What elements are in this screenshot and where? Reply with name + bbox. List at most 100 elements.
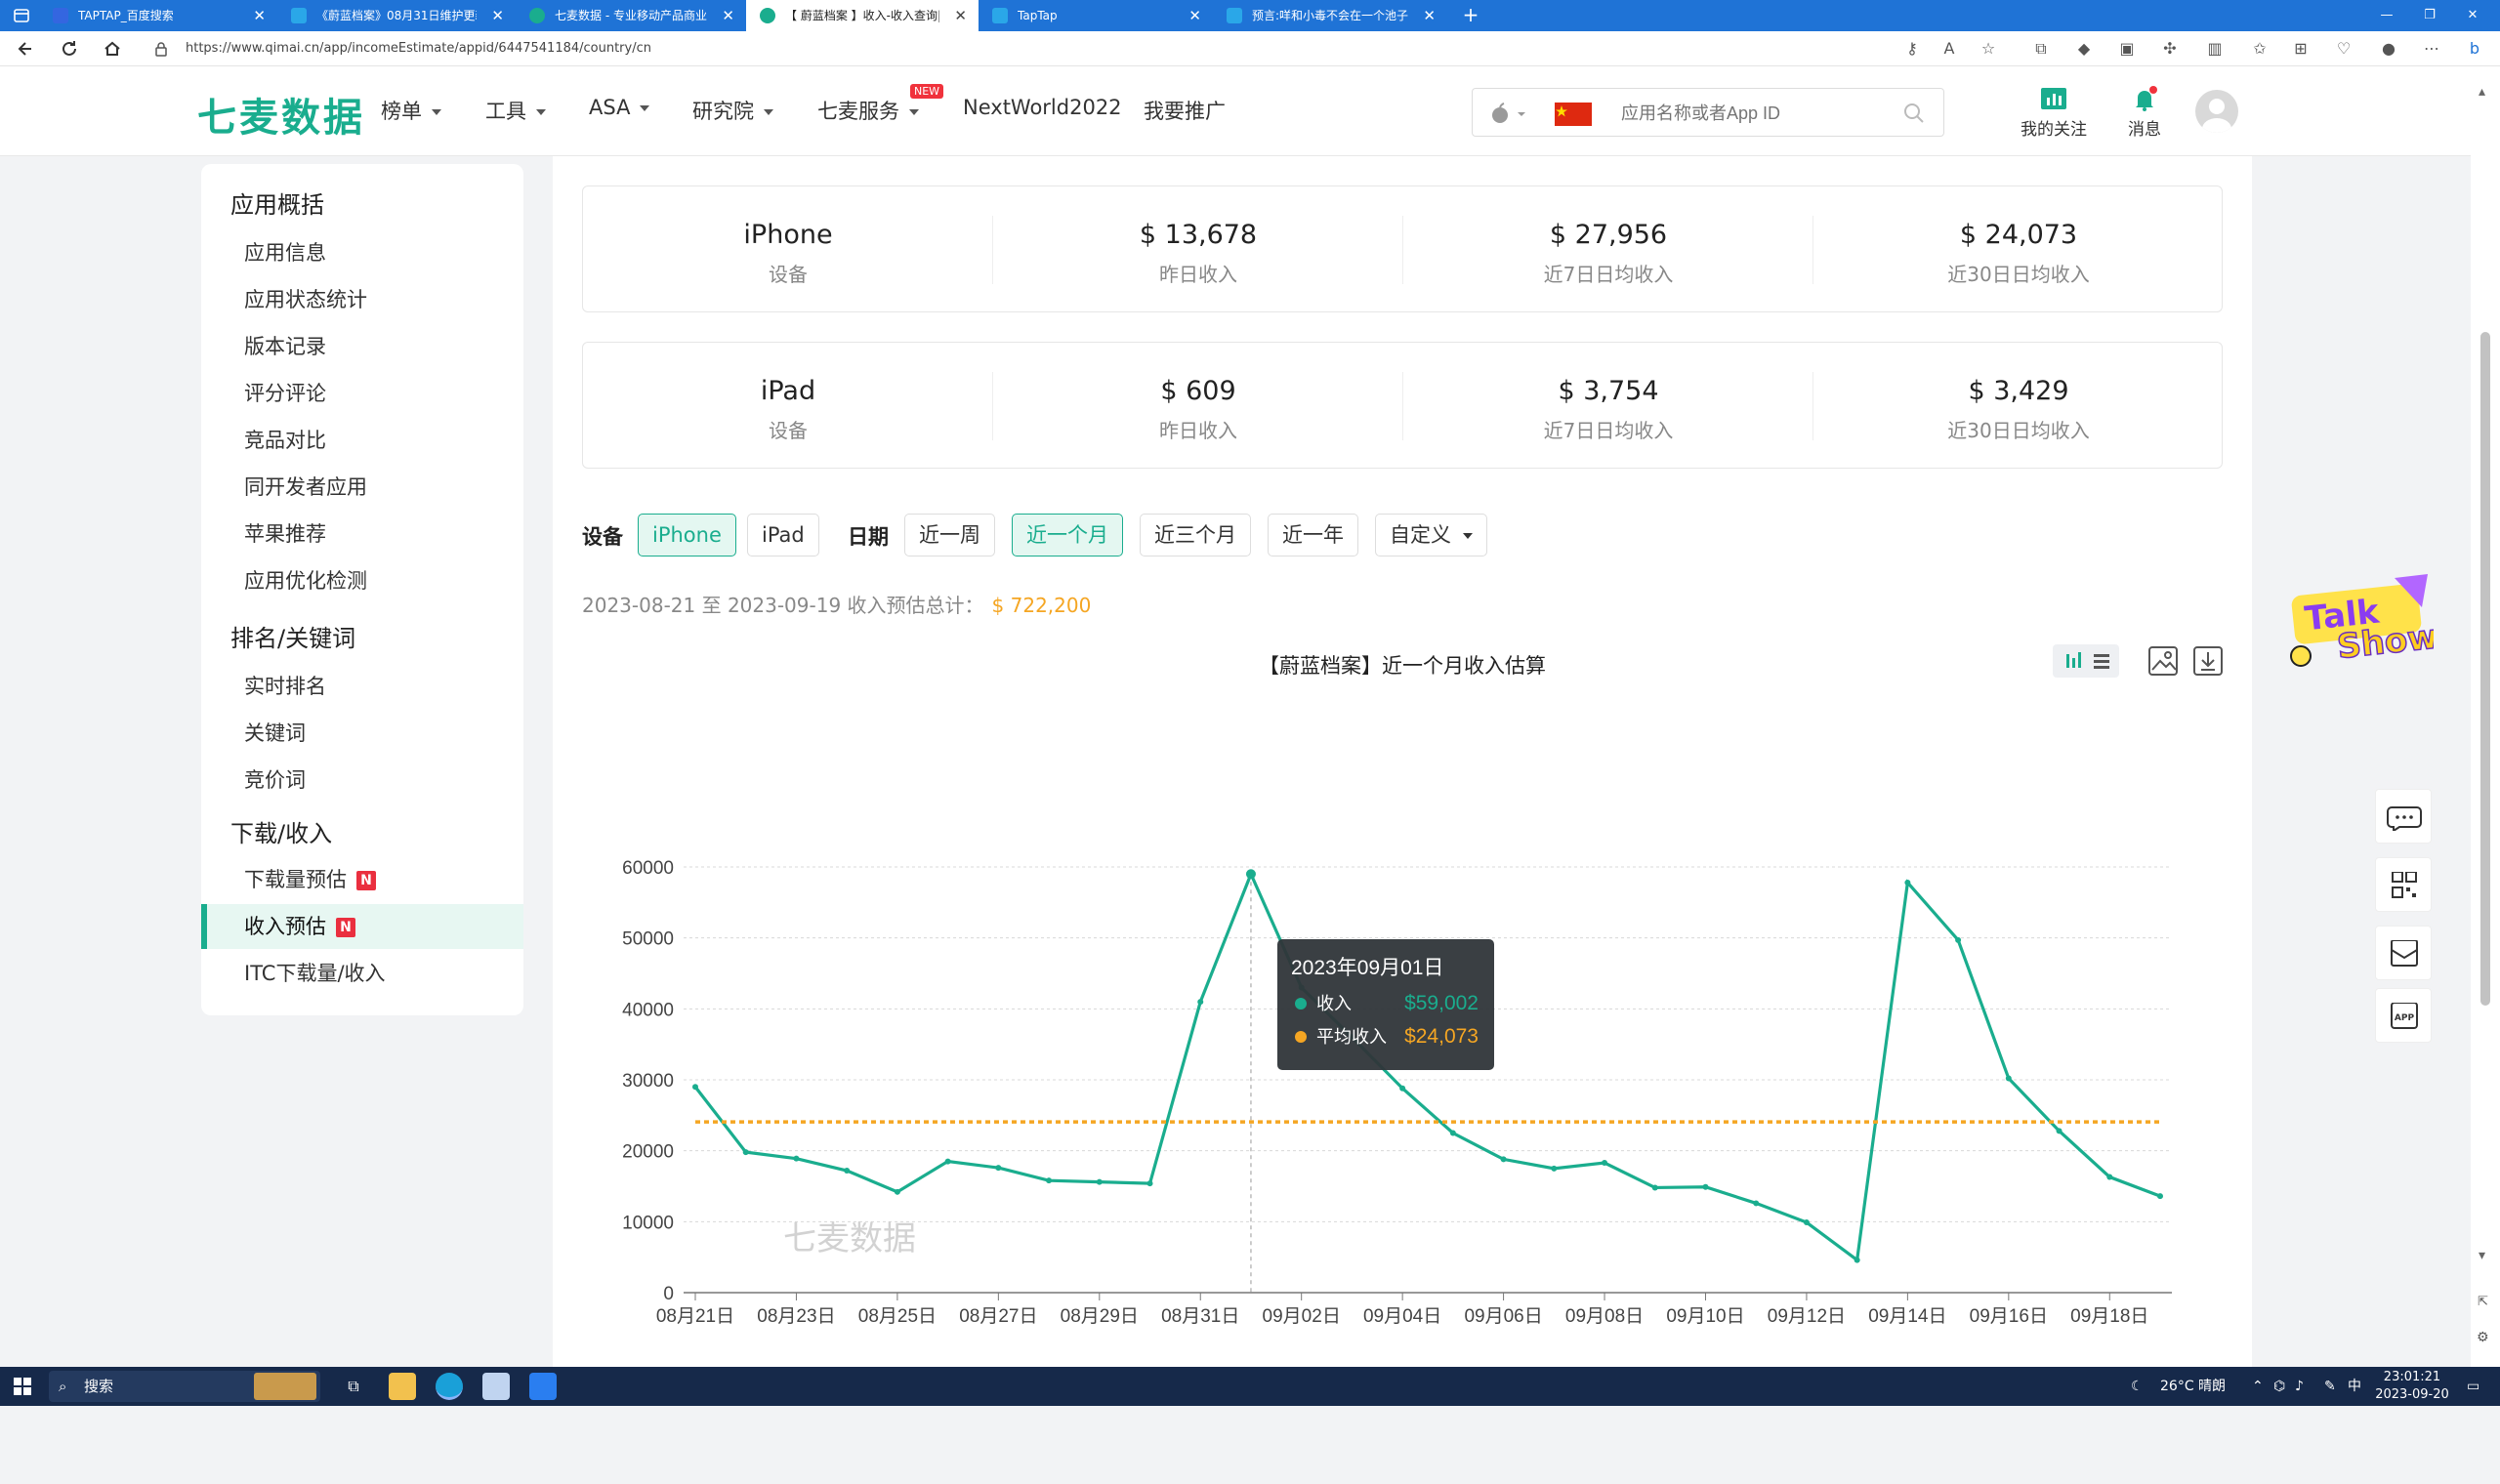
split-screen-icon[interactable]: ⧉ (2031, 39, 2051, 59)
browser-tab[interactable]: 《蔚蓝档案》08月31日维护更新 ✕ (277, 0, 516, 31)
scrollbar-thumb[interactable] (2480, 332, 2490, 1006)
bing-icon[interactable]: b (2465, 39, 2484, 59)
sidebar-item-download-estimate[interactable]: 下载量预估 N (201, 857, 523, 902)
qr-code-float-button[interactable] (2375, 857, 2432, 912)
my-follows-button[interactable]: 我的关注 (2018, 86, 2090, 140)
tab-close-icon[interactable]: ✕ (954, 0, 967, 31)
sidebar-item-apple-featured[interactable]: 苹果推荐 (201, 512, 523, 556)
browser-tab[interactable]: 七麦数据 - 专业移动产品商业分析 ✕ (516, 0, 746, 31)
nav-tools[interactable]: 工具 (485, 96, 546, 125)
taskbar-search[interactable]: ⌕ 搜索 (49, 1371, 320, 1402)
app-icon[interactable] (529, 1373, 557, 1400)
weather-text[interactable]: 26°C 晴朗 (2160, 1367, 2226, 1406)
collections-icon[interactable]: ⊞ (2291, 39, 2311, 59)
game-icon[interactable]: ▣ (2117, 39, 2137, 59)
url-field[interactable]: https://www.qimai.cn/app/incomeEstimate/… (145, 36, 1961, 62)
tab-close-icon[interactable]: ✕ (1188, 0, 1201, 31)
sidebar-item-same-developer[interactable]: 同开发者应用 (201, 465, 523, 510)
nav-asa[interactable]: ASA (589, 96, 650, 119)
weather-icon[interactable]: ☾ (2131, 1367, 2144, 1406)
performance-icon[interactable]: ♡ (2334, 39, 2354, 59)
minimize-icon[interactable]: — (2367, 0, 2406, 31)
scroll-down-icon[interactable]: ▾ (2479, 1248, 2485, 1263)
browser-tab[interactable]: 预言:咩和小毒不会在一个池子 ✕ (1213, 0, 1447, 31)
chat-float-button[interactable] (2375, 789, 2432, 844)
start-icon[interactable] (14, 1378, 31, 1395)
page-scrollbar[interactable]: ▴ ▾ ⇱ ⚙ (2471, 66, 2500, 1367)
volume-icon[interactable]: ♪ (2295, 1367, 2304, 1406)
chart-view-toggle[interactable] (2053, 644, 2119, 678)
nav-nextworld[interactable]: NextWorld2022 (963, 96, 1122, 119)
sidebar-item-reviews[interactable]: 评分评论 (201, 371, 523, 416)
back-icon[interactable] (16, 38, 37, 60)
talk-show-badge[interactable]: Talk Show (2287, 570, 2434, 674)
sidebar-item-income-estimate[interactable]: 收入预估 N (201, 904, 523, 949)
china-flag-icon[interactable] (1555, 103, 1592, 126)
date-year-button[interactable]: 近一年 (1268, 514, 1358, 556)
save-image-icon[interactable] (2146, 644, 2180, 678)
more-menu-icon[interactable]: ⋯ (2422, 39, 2441, 59)
taskbar-clock[interactable]: 23:01:21 2023-09-20 (2363, 1369, 2461, 1404)
nav-research[interactable]: 研究院 (692, 96, 773, 125)
notepad-icon[interactable] (482, 1373, 510, 1400)
nav-promote[interactable]: 我要推广 (1144, 96, 1226, 125)
new-tab-button[interactable]: + (1455, 0, 1486, 31)
extension-icon[interactable]: ◆ (2074, 39, 2094, 59)
settings-gear-icon[interactable]: ⚙ (2477, 1330, 2489, 1345)
sidebar-toggle-icon[interactable]: ▥ (2205, 39, 2225, 59)
download-icon[interactable] (2191, 644, 2225, 678)
sidebar-item-itc[interactable]: ITC下载量/收入 (201, 951, 523, 996)
edge-browser-icon[interactable] (436, 1373, 463, 1400)
sidebar-item-optimization[interactable]: 应用优化检测 (201, 558, 523, 603)
tab-close-icon[interactable]: ✕ (1423, 0, 1436, 31)
tab-close-icon[interactable]: ✕ (253, 0, 266, 31)
sidebar-item-realtime-rank[interactable]: 实时排名 (201, 664, 523, 709)
window-menu-icon[interactable] (12, 6, 31, 25)
qimai-logo[interactable]: 七麦数据 (197, 86, 365, 143)
device-ipad-button[interactable]: iPad (747, 514, 819, 556)
file-explorer-icon[interactable] (389, 1373, 416, 1400)
nav-rankings[interactable]: 榜单 (381, 96, 441, 125)
tray-chevron-icon[interactable]: ⌃ (2252, 1367, 2264, 1406)
lock-icon[interactable] (154, 41, 168, 57)
task-view-icon[interactable]: ⧉ (340, 1373, 367, 1400)
date-week-button[interactable]: 近一周 (904, 514, 995, 556)
sidebar-item-app-info[interactable]: 应用信息 (201, 230, 523, 275)
read-aloud-icon[interactable]: A (1939, 39, 1959, 59)
browser-tab[interactable]: TapTap ✕ (979, 0, 1213, 31)
network-icon[interactable]: ⌬ (2273, 1367, 2285, 1406)
ime-indicator[interactable]: 中 (2348, 1367, 2361, 1406)
reload-icon[interactable] (59, 38, 80, 60)
date-3month-button[interactable]: 近三个月 (1140, 514, 1251, 556)
sidebar-item-bid-words[interactable]: 竞价词 (201, 758, 523, 803)
apple-platform-icon[interactable] (1490, 103, 1525, 124)
feedback-float-button[interactable] (2375, 926, 2432, 980)
browser-tab[interactable]: TAPTAP_百度搜索 ✕ (39, 0, 277, 31)
tab-close-icon[interactable]: ✕ (722, 0, 734, 31)
close-window-icon[interactable]: ✕ (2453, 0, 2492, 31)
browser-tab-active[interactable]: 【 蔚蓝档案 】收入-收入查询|收 ✕ (746, 0, 979, 31)
messages-button[interactable]: 消息 (2119, 86, 2170, 140)
date-custom-dropdown[interactable]: 自定义 (1375, 514, 1487, 556)
favorite-star-icon[interactable]: ☆ (1979, 39, 1998, 59)
sidebar-item-app-status[interactable]: 应用状态统计 (201, 277, 523, 322)
extensions-puzzle-icon[interactable]: ✣ (2160, 39, 2180, 59)
scroll-up-icon[interactable]: ▴ (2479, 84, 2485, 100)
home-icon[interactable] (102, 38, 123, 60)
sidebar-item-keywords[interactable]: 关键词 (201, 711, 523, 756)
sidebar-item-competitors[interactable]: 竞品对比 (201, 418, 523, 463)
search-icon[interactable] (1902, 102, 1926, 125)
pen-icon[interactable]: ✎ (2324, 1367, 2336, 1406)
app-download-float-button[interactable]: APP (2375, 988, 2432, 1043)
share-icon[interactable]: ⇱ (2478, 1295, 2488, 1309)
notification-icon[interactable]: ▭ (2467, 1367, 2479, 1406)
date-month-button[interactable]: 近一个月 (1012, 514, 1123, 556)
tab-close-icon[interactable]: ✕ (491, 0, 504, 31)
sidebar-item-versions[interactable]: 版本记录 (201, 324, 523, 369)
favorites-icon[interactable]: ✩ (2250, 39, 2270, 59)
avatar[interactable] (2195, 90, 2238, 133)
key-icon[interactable]: ⚷ (1902, 39, 1922, 59)
income-line-chart[interactable]: 0 10000 20000 30000 40000 50000 60000 08月21日 08月… (553, 683, 2252, 1484)
profile-icon[interactable]: ● (2379, 39, 2398, 59)
app-search-input[interactable] (1621, 101, 1895, 126)
